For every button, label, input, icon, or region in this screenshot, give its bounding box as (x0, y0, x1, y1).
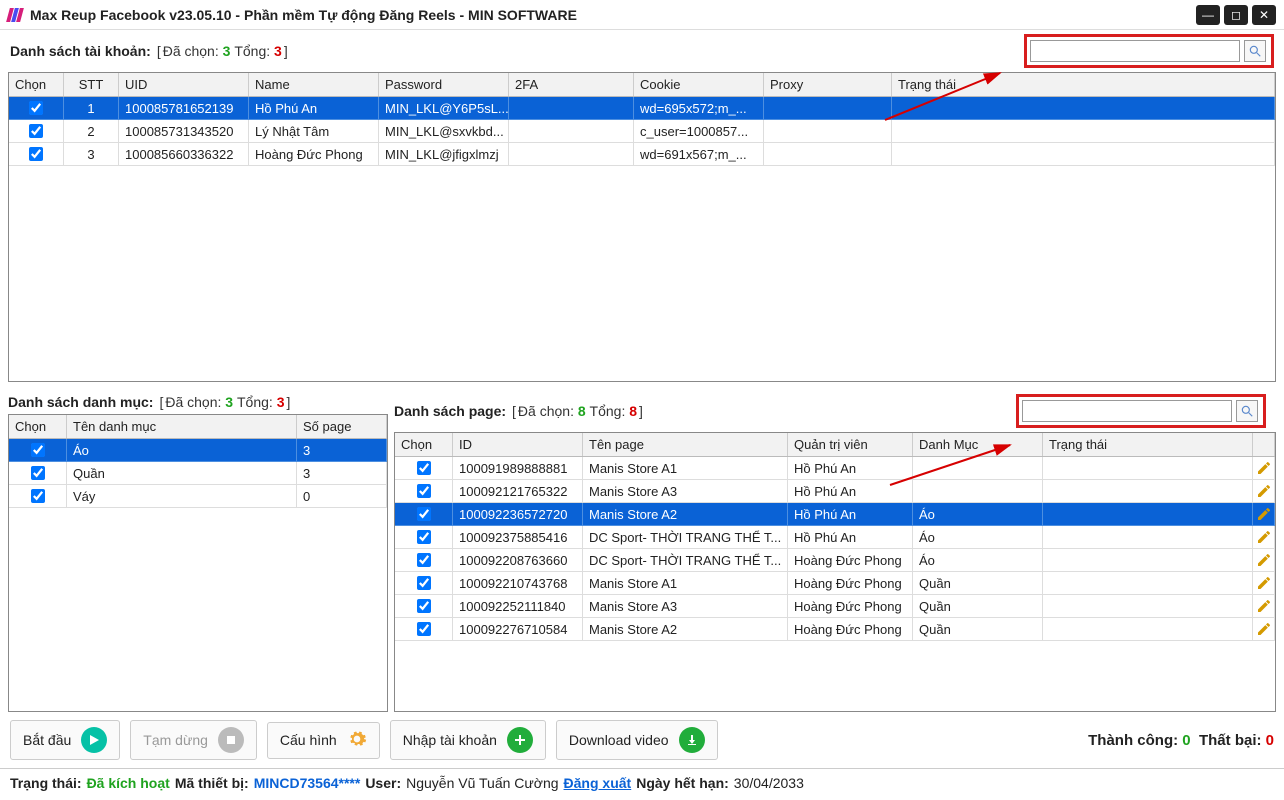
edit-row-button[interactable] (1253, 457, 1275, 480)
row-checkbox[interactable] (417, 622, 431, 636)
search-icon (1248, 44, 1262, 58)
accounts-search-input[interactable] (1030, 40, 1240, 62)
edit-icon (1256, 460, 1272, 476)
edit-row-button[interactable] (1253, 503, 1275, 526)
footer-statusbar: Trạng thái: Đã kích hoạt Mã thiết bị: MI… (0, 768, 1284, 797)
edit-row-button[interactable] (1253, 549, 1275, 572)
cats-title: Danh sách danh mục: (8, 394, 153, 410)
row-checkbox[interactable] (29, 101, 43, 115)
maximize-button[interactable]: ◻ (1224, 5, 1248, 25)
download-icon (679, 727, 705, 753)
accounts-header: Danh sách tài khoản: [ Đã chọn: 3 Tổng: … (0, 30, 1284, 72)
row-checkbox[interactable] (417, 553, 431, 567)
import-accounts-button[interactable]: Nhập tài khoản (390, 720, 546, 760)
edit-icon (1256, 575, 1272, 591)
start-button[interactable]: Bắt đầu (10, 720, 120, 760)
logout-link[interactable]: Đăng xuất (564, 775, 632, 791)
accounts-search-highlight (1024, 34, 1274, 68)
pause-button[interactable]: Tạm dừng (130, 720, 257, 760)
pages-search-input[interactable] (1022, 400, 1232, 422)
edit-row-button[interactable] (1253, 480, 1275, 503)
table-row[interactable]: 100092276710584Manis Store A2Hoàng Đức P… (395, 618, 1275, 641)
edit-icon (1256, 529, 1272, 545)
table-row[interactable]: 100092208763660DC Sport- THỜI TRANG THỂ … (395, 549, 1275, 572)
config-button[interactable]: Cấu hình (267, 722, 380, 759)
row-checkbox[interactable] (31, 466, 45, 480)
edit-icon (1256, 483, 1272, 499)
row-checkbox[interactable] (29, 147, 43, 161)
table-row[interactable]: Quần3 (9, 462, 387, 485)
minimize-button[interactable]: — (1196, 5, 1220, 25)
download-video-button[interactable]: Download video (556, 720, 718, 760)
run-status: Thành công: 0 Thất bại: 0 (1088, 732, 1274, 749)
row-checkbox[interactable] (417, 530, 431, 544)
row-checkbox[interactable] (29, 124, 43, 138)
table-row[interactable]: 100092252111840Manis Store A3Hoàng Đức P… (395, 595, 1275, 618)
titlebar: Max Reup Facebook v23.05.10 - Phần mềm T… (0, 0, 1284, 30)
accounts-grid[interactable]: Chọn STT UID Name Password 2FA Cookie Pr… (9, 73, 1275, 166)
gear-icon (347, 729, 367, 752)
play-icon (81, 727, 107, 753)
accounts-grid-header: Chọn STT UID Name Password 2FA Cookie Pr… (9, 73, 1275, 97)
edit-row-button[interactable] (1253, 595, 1275, 618)
table-row[interactable]: 2100085731343520Lý Nhật TâmMIN_LKL@sxvkb… (9, 120, 1275, 143)
bottom-toolbar: Bắt đầu Tạm dừng Cấu hình Nhập tài khoản… (0, 712, 1284, 768)
table-row[interactable]: 100092375885416DC Sport- THỜI TRANG THỂ … (395, 526, 1275, 549)
edit-row-button[interactable] (1253, 618, 1275, 641)
pages-search-highlight (1016, 394, 1266, 428)
edit-row-button[interactable] (1253, 526, 1275, 549)
row-checkbox[interactable] (417, 576, 431, 590)
edit-icon (1256, 621, 1272, 637)
accounts-title: Danh sách tài khoản: (10, 43, 151, 59)
app-logo-icon (8, 8, 22, 22)
accounts-search-button[interactable] (1244, 40, 1266, 62)
pages-grid[interactable]: Chọn ID Tên page Quản trị viên Danh Mục … (394, 432, 1276, 712)
table-row[interactable]: 1100085781652139Hồ Phú AnMIN_LKL@Y6P5sL.… (9, 97, 1275, 120)
table-row[interactable]: 100092236572720Manis Store A2Hồ Phú AnÁo (395, 503, 1275, 526)
stop-icon (218, 727, 244, 753)
table-row[interactable]: 3100085660336322Hoàng Đức PhongMIN_LKL@j… (9, 143, 1275, 166)
row-checkbox[interactable] (417, 507, 431, 521)
search-icon (1240, 404, 1254, 418)
table-row[interactable]: 100092210743768Manis Store A1Hoàng Đức P… (395, 572, 1275, 595)
row-checkbox[interactable] (417, 599, 431, 613)
edit-icon (1256, 506, 1272, 522)
row-checkbox[interactable] (31, 489, 45, 503)
plus-icon (507, 727, 533, 753)
table-row[interactable]: Váy0 (9, 485, 387, 508)
table-row[interactable]: Áo3 (9, 439, 387, 462)
row-checkbox[interactable] (417, 461, 431, 475)
window-title: Max Reup Facebook v23.05.10 - Phần mềm T… (30, 7, 577, 23)
categories-grid[interactable]: Chọn Tên danh mục Số page Áo3Quần3Váy0 (8, 414, 388, 712)
table-row[interactable]: 100092121765322Manis Store A3Hồ Phú An (395, 480, 1275, 503)
table-row[interactable]: 100091989888881Manis Store A1Hồ Phú An (395, 457, 1275, 480)
edit-icon (1256, 598, 1272, 614)
pages-title: Danh sách page: (394, 403, 506, 419)
row-checkbox[interactable] (31, 443, 45, 457)
pages-search-button[interactable] (1236, 400, 1258, 422)
close-button[interactable]: ✕ (1252, 5, 1276, 25)
edit-icon (1256, 552, 1272, 568)
row-checkbox[interactable] (417, 484, 431, 498)
edit-row-button[interactable] (1253, 572, 1275, 595)
